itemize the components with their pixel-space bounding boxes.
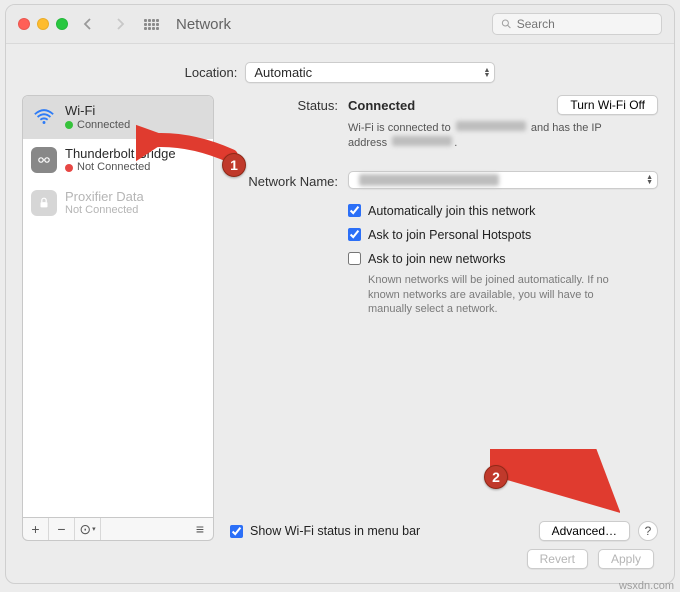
service-thunderbolt-bridge[interactable]: Thunderbolt Bridge Not Connected xyxy=(23,139,213,182)
turn-wifi-off-button[interactable]: Turn Wi-Fi Off xyxy=(557,95,658,115)
location-value: Automatic xyxy=(254,65,312,80)
watermark: wsxdn.com xyxy=(619,580,674,592)
close-window-button[interactable] xyxy=(18,18,30,30)
window-footer: Revert Apply xyxy=(527,549,654,569)
detail-footer: Show Wi-Fi status in menu bar Advanced… … xyxy=(230,515,658,541)
network-name-value xyxy=(359,174,499,186)
show-all-button[interactable] xyxy=(140,13,164,35)
chevron-up-down-icon: ▲▼ xyxy=(646,175,653,185)
forward-button[interactable] xyxy=(108,13,132,35)
wifi-icon xyxy=(31,104,57,130)
ask-new-networks-checkbox[interactable] xyxy=(348,252,361,265)
window-title: Network xyxy=(176,16,231,33)
zoom-window-button[interactable] xyxy=(56,18,68,30)
services-sidebar: Wi-Fi Connected Thunderbolt Bridge Not C… xyxy=(22,95,214,541)
service-wifi[interactable]: Wi-Fi Connected xyxy=(23,96,213,139)
add-service-button[interactable]: + xyxy=(23,518,49,540)
location-dropdown[interactable]: Automatic ▲▼ xyxy=(245,62,495,83)
search-input[interactable] xyxy=(517,17,653,31)
chevron-up-down-icon: ▲▼ xyxy=(483,68,490,78)
advanced-button[interactable]: Advanced… xyxy=(539,521,630,541)
status-description: Wi-Fi is connected to and has the IP add… xyxy=(348,121,608,151)
back-button[interactable] xyxy=(76,13,100,35)
search-field[interactable] xyxy=(492,13,662,35)
auto-join-checkbox[interactable] xyxy=(348,204,361,217)
revert-button[interactable]: Revert xyxy=(527,549,588,569)
ask-hotspots-checkbox[interactable] xyxy=(348,228,361,241)
service-name: Thunderbolt Bridge xyxy=(65,146,176,162)
grid-icon xyxy=(144,19,160,30)
service-name: Proxifier Data xyxy=(65,189,144,205)
detail-pane: Status: Connected Turn Wi-Fi Off Wi-Fi i… xyxy=(230,95,658,541)
minimize-window-button[interactable] xyxy=(37,18,49,30)
status-dot-disconnected xyxy=(65,164,73,172)
service-actions-button[interactable]: ⊙▾ xyxy=(75,518,101,540)
service-name: Wi-Fi xyxy=(65,103,130,119)
search-icon xyxy=(501,18,512,30)
show-menubar-checkbox[interactable] xyxy=(230,525,243,538)
services-list[interactable]: Wi-Fi Connected Thunderbolt Bridge Not C… xyxy=(22,95,214,518)
reorder-handle[interactable]: ≡ xyxy=(187,518,213,540)
lock-icon xyxy=(31,190,57,216)
window-controls xyxy=(18,18,68,30)
location-label: Location: xyxy=(185,65,238,80)
remove-service-button[interactable]: − xyxy=(49,518,75,540)
status-dot-connected xyxy=(65,121,73,129)
network-name-label: Network Name: xyxy=(230,171,348,189)
location-row: Location: Automatic ▲▼ xyxy=(6,44,674,95)
ask-hotspots-label: Ask to join Personal Hotspots xyxy=(368,228,531,242)
titlebar: Network xyxy=(6,5,674,44)
service-proxifier-data[interactable]: Proxifier Data Not Connected xyxy=(23,182,213,225)
status-value: Connected xyxy=(348,98,415,113)
help-button[interactable]: ? xyxy=(638,521,658,541)
thunderbolt-icon xyxy=(31,147,57,173)
ask-new-networks-label: Ask to join new networks xyxy=(368,252,506,266)
show-menubar-label: Show Wi-Fi status in menu bar xyxy=(250,524,420,538)
list-controls: + − ⊙▾ ≡ xyxy=(22,518,214,541)
content-area: Wi-Fi Connected Thunderbolt Bridge Not C… xyxy=(6,95,674,555)
network-prefpane-window: Network Location: Automatic ▲▼ Wi-Fi xyxy=(5,4,675,584)
service-status: Connected xyxy=(77,119,130,132)
auto-join-label: Automatically join this network xyxy=(368,204,535,218)
network-name-dropdown[interactable]: ▲▼ xyxy=(348,171,658,189)
ask-new-networks-hint: Known networks will be joined automatica… xyxy=(348,273,618,318)
status-label: Status: xyxy=(230,95,348,113)
service-status: Not Connected xyxy=(77,161,150,174)
apply-button[interactable]: Apply xyxy=(598,549,654,569)
service-status: Not Connected xyxy=(65,204,138,217)
